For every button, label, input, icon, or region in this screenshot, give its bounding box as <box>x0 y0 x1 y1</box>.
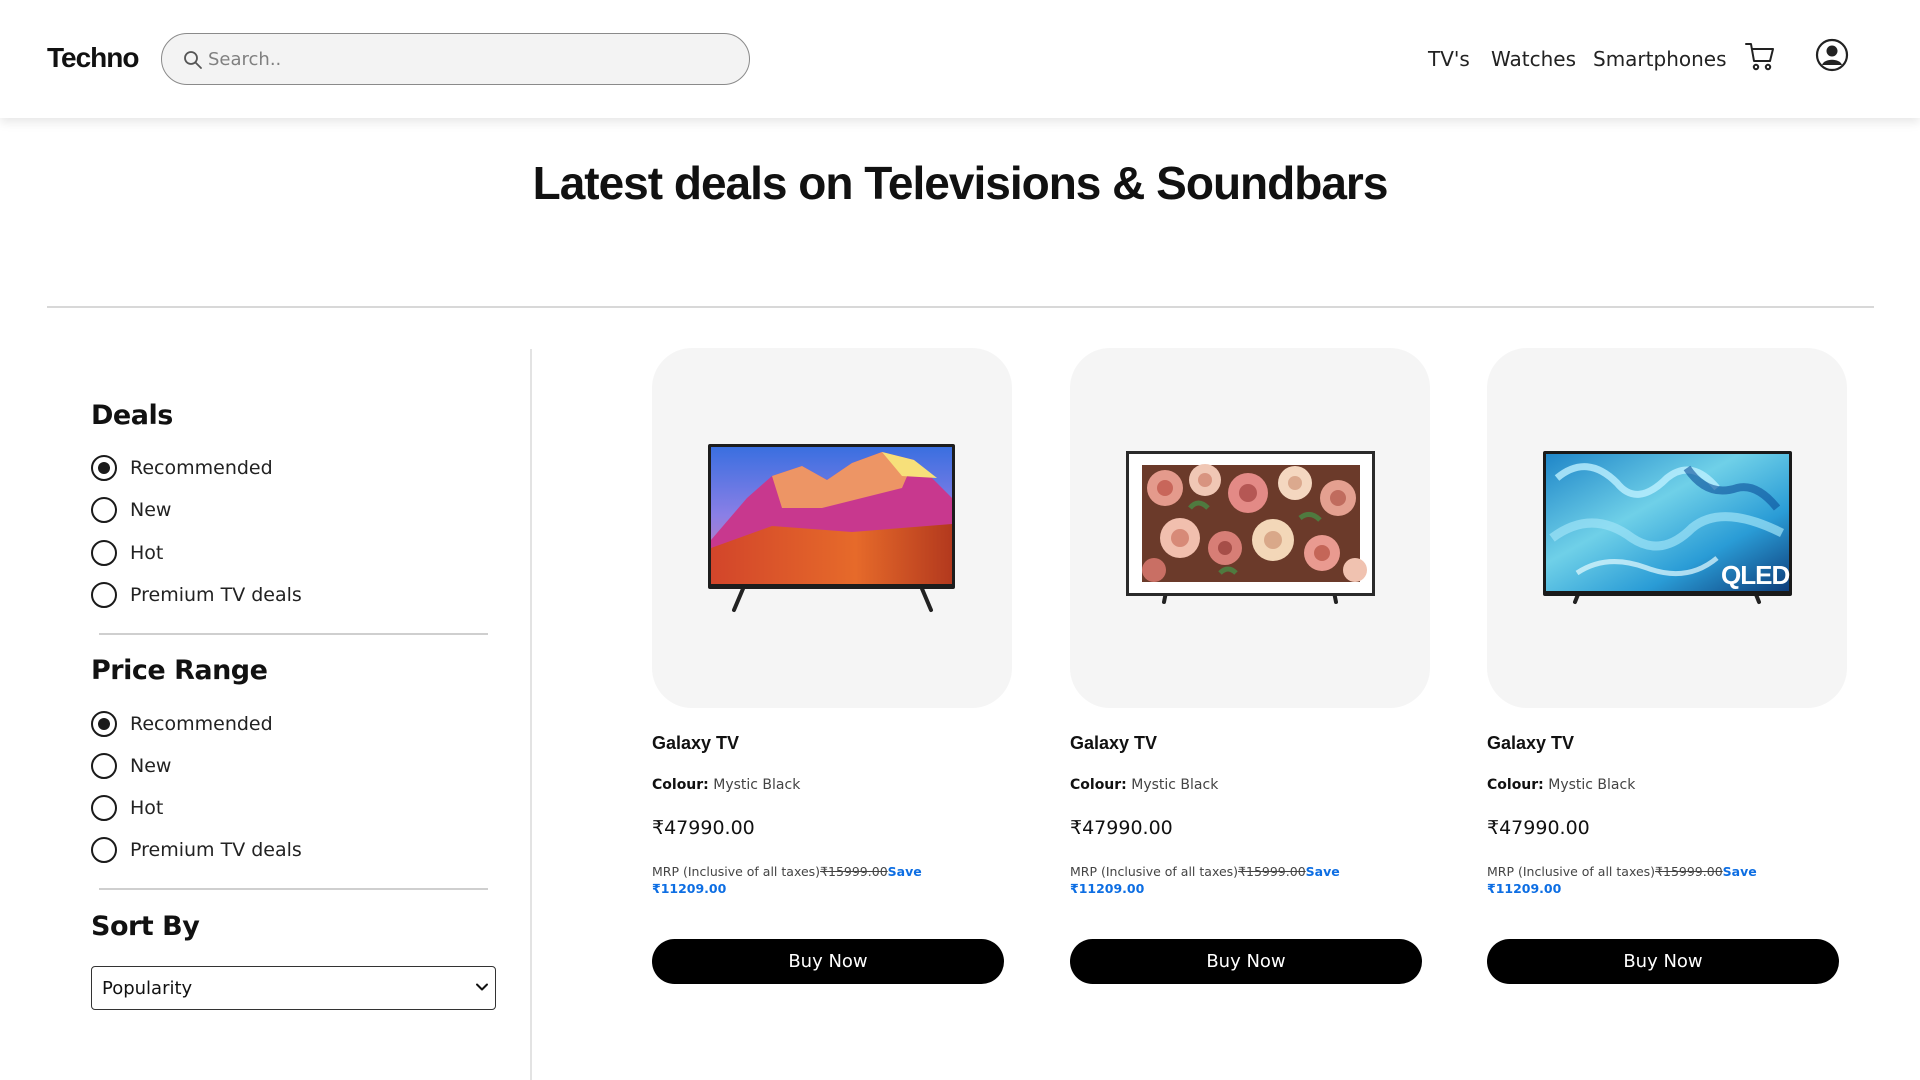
product-name[interactable]: Galaxy TV <box>1487 733 1574 754</box>
buy-now-button[interactable]: Buy Now <box>1070 939 1422 984</box>
colour-value: Mystic Black <box>713 777 801 793</box>
site-logo[interactable]: Techno <box>47 42 139 74</box>
deals-option-premium[interactable]: Premium TV deals <box>91 581 302 609</box>
radio-icon[interactable] <box>91 540 117 566</box>
colour-label: Colour: <box>1487 777 1544 793</box>
product-price: ₹47990.00 <box>1487 817 1590 839</box>
product-name[interactable]: Galaxy TV <box>652 733 739 754</box>
product-mrp-info: MRP (Inclusive of all taxes)₹15999.00Sav… <box>1487 863 1787 897</box>
sort-select[interactable]: Popularity <box>91 966 496 1010</box>
radio-label: Hot <box>130 797 164 819</box>
mrp-strikethrough: ₹15999.00 <box>1655 864 1723 879</box>
deals-filter-title: Deals <box>91 400 173 431</box>
save-label: Save <box>1305 864 1340 879</box>
site-header: Techno TV's Watches Smartphones <box>0 0 1920 118</box>
product-price: ₹47990.00 <box>652 817 755 839</box>
radio-label: Recommended <box>130 713 273 735</box>
colour-label: Colour: <box>1070 777 1127 793</box>
search-icon <box>184 51 202 69</box>
cart-icon[interactable] <box>1744 40 1776 72</box>
save-label: Save <box>1722 864 1757 879</box>
radio-label: Hot <box>130 542 164 564</box>
sort-select-value: Popularity <box>102 977 193 999</box>
radio-icon[interactable] <box>91 837 117 863</box>
deals-option-hot[interactable]: Hot <box>91 539 163 567</box>
mrp-strikethrough: ₹15999.00 <box>820 864 888 879</box>
radio-label: New <box>130 499 172 521</box>
save-amount: ₹11209.00 <box>1070 881 1145 896</box>
save-amount: ₹11209.00 <box>652 881 727 896</box>
colour-value: Mystic Black <box>1131 777 1219 793</box>
buy-now-button[interactable]: Buy Now <box>652 939 1004 984</box>
filter-divider <box>99 888 488 890</box>
search-input[interactable] <box>208 40 728 78</box>
product-colour: Colour: Mystic Black <box>1070 777 1218 793</box>
nav-link-tvs[interactable]: TV's <box>1428 47 1470 71</box>
radio-icon[interactable] <box>91 582 117 608</box>
mrp-strikethrough: ₹15999.00 <box>1238 864 1306 879</box>
section-divider <box>47 306 1874 308</box>
product-image-card[interactable]: QLED <box>1487 348 1847 708</box>
price-option-recommended[interactable]: Recommended <box>91 710 273 738</box>
sidebar-divider <box>530 349 532 1080</box>
radio-icon[interactable] <box>91 497 117 523</box>
user-circle-icon[interactable] <box>1815 38 1849 72</box>
tv-landscape-image <box>708 444 955 612</box>
price-range-filter-title: Price Range <box>91 655 268 686</box>
sort-by-title: Sort By <box>91 911 200 942</box>
deals-option-new[interactable]: New <box>91 496 171 524</box>
qled-badge: QLED <box>1721 560 1790 590</box>
page-title: Latest deals on Televisions & Soundbars <box>532 157 1389 209</box>
filter-divider <box>99 633 488 635</box>
colour-value: Mystic Black <box>1548 777 1636 793</box>
mrp-label: MRP (Inclusive of all taxes) <box>1070 864 1239 879</box>
save-label: Save <box>887 864 922 879</box>
search-bar[interactable] <box>161 33 750 85</box>
product-mrp-info: MRP (Inclusive of all taxes)₹15999.00Sav… <box>1070 863 1370 897</box>
radio-label: Premium TV deals <box>130 584 302 606</box>
radio-label: Recommended <box>130 457 273 479</box>
mrp-label: MRP (Inclusive of all taxes) <box>652 864 821 879</box>
deals-option-recommended[interactable]: Recommended <box>91 454 273 482</box>
product-mrp-info: MRP (Inclusive of all taxes)₹15999.00Sav… <box>652 863 952 897</box>
price-option-hot[interactable]: Hot <box>91 794 163 822</box>
buy-now-button[interactable]: Buy Now <box>1487 939 1839 984</box>
product-price: ₹47990.00 <box>1070 817 1173 839</box>
radio-label: Premium TV deals <box>130 839 302 861</box>
product-name[interactable]: Galaxy TV <box>1070 733 1157 754</box>
radio-icon[interactable] <box>91 795 117 821</box>
product-colour: Colour: Mystic Black <box>1487 777 1635 793</box>
radio-checked-icon[interactable] <box>91 711 117 737</box>
chevron-down-icon <box>476 983 488 991</box>
save-amount: ₹11209.00 <box>1487 881 1562 896</box>
product-image-card[interactable] <box>1070 348 1430 708</box>
product-image-card[interactable] <box>652 348 1012 708</box>
radio-label: New <box>130 755 172 777</box>
qled-tv-image <box>1543 451 1792 604</box>
mrp-label: MRP (Inclusive of all taxes) <box>1487 864 1656 879</box>
price-option-premium[interactable]: Premium TV deals <box>91 836 302 864</box>
price-option-new[interactable]: New <box>91 752 171 780</box>
radio-checked-icon[interactable] <box>91 455 117 481</box>
frame-tv-roses-image <box>1126 451 1375 604</box>
nav-link-watches[interactable]: Watches <box>1491 47 1576 71</box>
radio-icon[interactable] <box>91 753 117 779</box>
product-colour: Colour: Mystic Black <box>652 777 800 793</box>
colour-label: Colour: <box>652 777 709 793</box>
nav-link-smartphones[interactable]: Smartphones <box>1593 47 1727 71</box>
